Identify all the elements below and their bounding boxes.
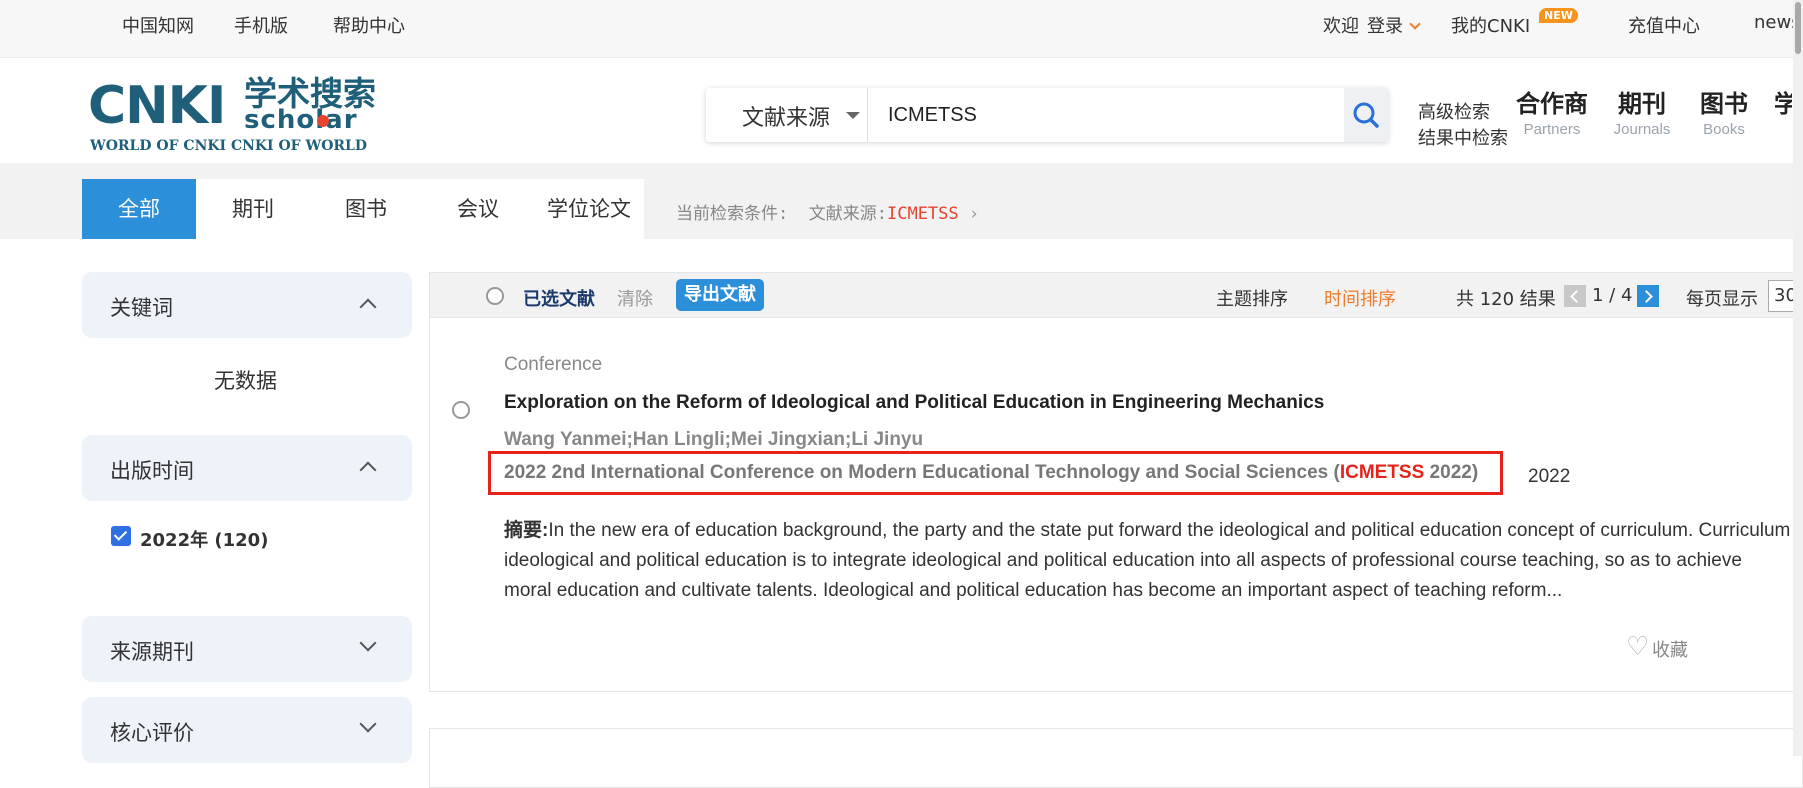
category-tabs: 全部 期刊 图书 会议 学位论文 xyxy=(82,179,644,239)
clear-button[interactable]: 清除 xyxy=(617,285,653,311)
sort-by-time[interactable]: 时间排序 xyxy=(1324,285,1396,311)
search-criteria: 当前检索条件: 文献来源:ICMETSS › xyxy=(676,199,979,224)
facet-keywords-title: 关键词 xyxy=(110,296,173,320)
source-suffix: 2022) xyxy=(1424,462,1479,483)
logo-dot-icon xyxy=(317,115,329,127)
facet-source-title: 来源期刊 xyxy=(110,640,194,664)
nav-academic[interactable]: 学 xyxy=(1774,84,1792,119)
criteria-label: 当前检索条件: xyxy=(676,204,789,224)
search-field-label: 文献来源 xyxy=(742,106,831,131)
advanced-search-link[interactable]: 高级检索 xyxy=(1418,98,1490,124)
result-abstract: 摘要:In the new era of education backgroun… xyxy=(504,516,1794,606)
prev-page-button[interactable] xyxy=(1564,285,1586,307)
results-panel: 已选文献 清除 导出文献 主题排序 时间排序 共 120 结果 1 / 4 每页… xyxy=(429,272,1803,788)
caret-down-icon xyxy=(846,112,860,119)
logo-tagline: WORLD OF CNKI CNKI OF WORLD xyxy=(90,138,368,154)
year-option-label: 2022年 xyxy=(140,530,209,551)
source-prefix: 2022 2nd International Conference on Mod… xyxy=(504,462,1340,483)
result-count: 共 120 结果 xyxy=(1456,289,1556,310)
tab-books[interactable]: 图书 xyxy=(310,179,422,239)
year-option-count: (120) xyxy=(214,530,269,551)
recharge-center-link[interactable]: 充值中心 xyxy=(1628,12,1700,38)
tab-conference[interactable]: 会议 xyxy=(422,179,534,239)
per-page-label: 每页显示 xyxy=(1686,289,1758,310)
search-button[interactable] xyxy=(1344,88,1388,142)
result-card xyxy=(429,728,1803,788)
result-card: Conference Exploration on the Reform of … xyxy=(429,318,1803,692)
no-data-text: 无数据 xyxy=(214,369,277,393)
nav-books-en: Books xyxy=(1703,121,1745,138)
result-authors[interactable]: Wang Yanmei;Han Lingli;Mei Jingxian;Li J… xyxy=(504,429,923,451)
help-center-link[interactable]: 帮助中心 xyxy=(333,12,405,38)
nav-journals-en: Journals xyxy=(1613,121,1671,138)
result-type: Conference xyxy=(504,354,603,375)
nav-journals[interactable]: 期刊 Journals xyxy=(1612,84,1672,138)
page-scrollbar[interactable] xyxy=(1793,0,1803,756)
facet-pubtime[interactable]: 出版时间 xyxy=(82,435,412,501)
select-all-radio[interactable] xyxy=(486,287,504,305)
top-bar: 中国知网 手机版 帮助中心 欢迎 登录 我的CNKI NEW 充值中心 news xyxy=(0,0,1803,58)
abstract-text: In the new era of education background, … xyxy=(504,520,1791,601)
result-title[interactable]: Exploration on the Reform of Ideological… xyxy=(504,392,1324,414)
login-dropdown[interactable]: 登录 xyxy=(1367,12,1421,38)
chevron-right-icon: › xyxy=(968,204,980,224)
my-cnki-link[interactable]: 我的CNKI xyxy=(1451,12,1530,38)
criteria-field: 文献来源: xyxy=(808,204,887,224)
mobile-version-link[interactable]: 手机版 xyxy=(234,12,288,38)
facet-source-journal[interactable]: 来源期刊 xyxy=(82,616,412,682)
favorite-label: 收藏 xyxy=(1652,640,1688,661)
result-year: 2022 xyxy=(1528,466,1571,487)
facet-core-title: 核心评价 xyxy=(110,721,194,745)
facet-keywords[interactable]: 关键词 xyxy=(82,272,412,338)
search-in-results-link[interactable]: 结果中检索 xyxy=(1418,124,1508,150)
source-highlight: ICMETSS xyxy=(1339,462,1425,483)
nav-books[interactable]: 图书 Books xyxy=(1696,84,1752,138)
nav-partners-en: Partners xyxy=(1523,121,1581,138)
chevron-up-icon xyxy=(359,298,377,316)
heart-icon: ♡ xyxy=(1626,632,1650,662)
nav-academic-cn: 学 xyxy=(1774,90,1792,118)
next-page-button[interactable] xyxy=(1637,285,1659,307)
header: CNKI 学术搜索 scholar WORLD OF CNKI CNKI OF … xyxy=(0,58,1803,163)
tab-all[interactable]: 全部 xyxy=(82,179,196,239)
facet-pubtime-title: 出版时间 xyxy=(110,459,194,483)
login-label: 登录 xyxy=(1367,16,1403,37)
year-2022-checkbox[interactable] xyxy=(111,526,131,546)
selected-docs-label[interactable]: 已选文献 xyxy=(523,285,595,311)
scrollbar-thumb[interactable] xyxy=(1795,2,1801,54)
search-icon xyxy=(1353,102,1379,128)
cnki-home-link[interactable]: 中国知网 xyxy=(122,12,194,38)
nav-partners[interactable]: 合作商 Partners xyxy=(1516,84,1588,138)
result-select-radio[interactable] xyxy=(452,401,470,419)
sort-by-topic[interactable]: 主题排序 xyxy=(1216,285,1288,311)
facet-core-evaluation[interactable]: 核心评价 xyxy=(82,697,412,763)
abstract-label: 摘要: xyxy=(504,520,549,541)
tab-thesis[interactable]: 学位论文 xyxy=(534,179,644,239)
year-2022-option[interactable]: 2022年 (120) xyxy=(140,526,268,552)
nav-partners-cn: 合作商 xyxy=(1516,90,1588,118)
criteria-value[interactable]: ICMETSS xyxy=(887,204,959,224)
search-field-select[interactable]: 文献来源 xyxy=(706,88,868,142)
chevron-down-icon xyxy=(1409,18,1421,30)
favorite-button[interactable]: ♡ 收藏 xyxy=(1626,634,1688,662)
logo-mark: CNKI xyxy=(88,76,226,136)
new-badge: NEW xyxy=(1539,8,1578,23)
nav-books-cn: 图书 xyxy=(1700,90,1748,118)
tab-journals[interactable]: 期刊 xyxy=(196,179,310,239)
welcome-text: 欢迎 xyxy=(1323,16,1359,37)
chevron-down-icon xyxy=(359,634,377,652)
results-toolbar: 已选文献 清除 导出文献 主题排序 时间排序 共 120 结果 1 / 4 每页… xyxy=(429,272,1803,318)
chevron-up-icon xyxy=(359,461,377,479)
export-button[interactable]: 导出文献 xyxy=(676,279,764,311)
search-box: 文献来源 xyxy=(706,88,1388,142)
result-source[interactable]: 2022 2nd International Conference on Mod… xyxy=(488,451,1503,495)
search-input[interactable] xyxy=(868,88,1344,142)
logo-subtitle: scholar xyxy=(244,105,358,135)
category-tab-strip: 全部 期刊 图书 会议 学位论文 当前检索条件: 文献来源:ICMETSS › xyxy=(0,163,1803,239)
nav-journals-cn: 期刊 xyxy=(1618,90,1666,118)
cnki-scholar-logo[interactable]: CNKI 学术搜索 scholar WORLD OF CNKI CNKI OF … xyxy=(88,76,388,156)
page-indicator: 1 / 4 xyxy=(1592,285,1633,306)
chevron-down-icon xyxy=(359,715,377,733)
